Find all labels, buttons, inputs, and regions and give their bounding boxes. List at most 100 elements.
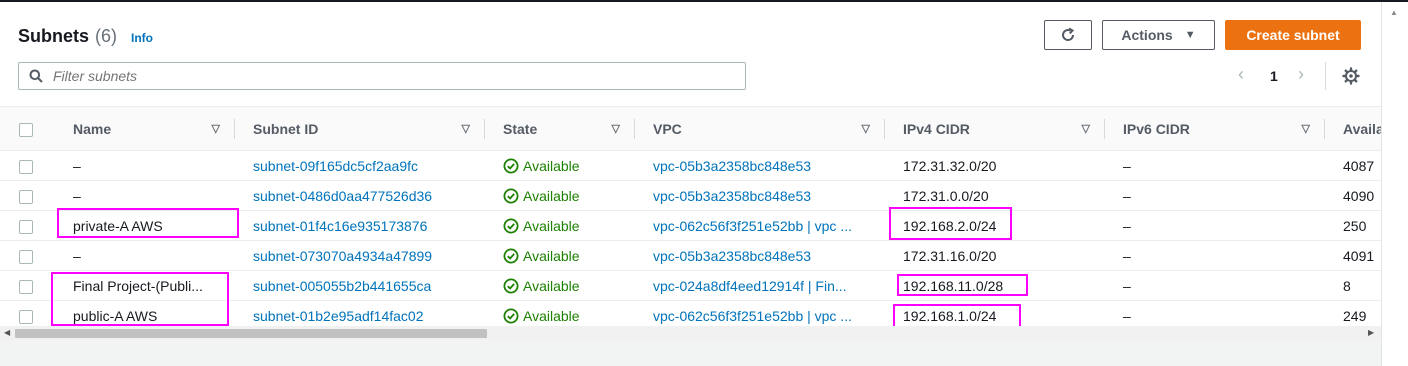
status-badge: Available xyxy=(484,308,634,324)
current-page-number[interactable]: 1 xyxy=(1270,68,1278,84)
status-badge: Available xyxy=(484,218,634,234)
highlight-box xyxy=(889,207,1012,240)
ipv4-cidr: 172.31.16.0/20 xyxy=(903,247,997,264)
actions-dropdown-button[interactable]: Actions ▼ xyxy=(1102,20,1215,50)
row-select-cell xyxy=(0,270,54,301)
row-checkbox[interactable] xyxy=(19,189,33,204)
filter-bar[interactable] xyxy=(18,62,746,90)
previous-page-button[interactable]: ‹ xyxy=(1238,64,1244,85)
create-subnet-button[interactable]: Create subnet xyxy=(1225,20,1361,50)
sort-icon[interactable]: ▽ xyxy=(612,122,620,135)
available-ips: 4087 xyxy=(1343,157,1375,174)
column-label: State xyxy=(503,120,538,137)
subnet-name: – xyxy=(73,157,81,174)
vpc-link[interactable]: vpc-062c56f3f251e52bb | vpc ... xyxy=(634,308,884,324)
subnet-id-link[interactable]: subnet-09f165dc5cf2aa9fc xyxy=(234,158,484,174)
table-row[interactable]: – subnet-073070a4934a47899 Available vpc-05… xyxy=(0,240,1381,271)
panel-header: Subnets (6) Info xyxy=(18,22,153,50)
column-label: Subnet ID xyxy=(253,120,319,137)
sort-icon[interactable]: ▽ xyxy=(1082,122,1090,135)
state-text: Available xyxy=(523,277,580,294)
row-checkbox[interactable] xyxy=(19,219,33,234)
state-text: Available xyxy=(523,187,580,204)
ipv4-cidr: 172.31.32.0/20 xyxy=(903,157,997,174)
status-badge: Available xyxy=(484,248,634,264)
next-page-button[interactable]: › xyxy=(1298,64,1304,85)
column-label: VPC xyxy=(653,120,682,137)
subnet-id-link[interactable]: subnet-073070a4934a47899 xyxy=(234,248,484,264)
row-select-cell xyxy=(0,150,54,181)
ipv6-cidr: – xyxy=(1123,217,1131,234)
available-ips: 4091 xyxy=(1343,247,1375,264)
available-ips: 249 xyxy=(1343,307,1367,324)
horizontal-scrollbar[interactable]: ◀ ▶ xyxy=(0,326,1381,340)
row-checkbox[interactable] xyxy=(19,309,33,324)
column-header-state[interactable]: State ▽ xyxy=(484,106,634,151)
actions-label: Actions xyxy=(1121,27,1173,43)
info-link[interactable]: Info xyxy=(131,31,153,45)
subnet-name: – xyxy=(73,247,81,264)
available-ips: 4090 xyxy=(1343,187,1375,204)
ipv6-cidr: – xyxy=(1123,157,1131,174)
column-header-subnet-id[interactable]: Subnet ID ▽ xyxy=(234,106,484,151)
column-header-ipv6-cidr[interactable]: IPv6 CIDR ▽ xyxy=(1104,106,1324,151)
scroll-right-icon[interactable]: ▶ xyxy=(1368,328,1374,337)
column-label: Availa xyxy=(1343,120,1381,137)
sort-icon[interactable]: ▽ xyxy=(462,122,470,135)
scroll-up-icon[interactable]: ▲ xyxy=(1390,8,1398,17)
scroll-left-icon[interactable]: ◀ xyxy=(4,328,10,337)
table-row[interactable]: – subnet-0486d0aa477526d36 Available vpc-05… xyxy=(0,180,1381,211)
check-circle-icon xyxy=(503,158,519,173)
column-header-name[interactable]: Name ▽ xyxy=(54,106,234,151)
subnet-id-link[interactable]: subnet-01f4c16e935173876 xyxy=(234,218,484,234)
subnet-id-link[interactable]: subnet-0486d0aa477526d36 xyxy=(234,188,484,204)
scrollbar-thumb[interactable] xyxy=(15,329,487,338)
column-label: Name xyxy=(73,120,112,137)
status-badge: Available xyxy=(484,158,634,174)
available-ips: 250 xyxy=(1343,217,1367,234)
row-select-cell xyxy=(0,210,54,241)
select-all-checkbox[interactable] xyxy=(19,122,33,137)
vpc-link[interactable]: vpc-05b3a2358bc848e53 xyxy=(634,188,884,204)
subnets-panel: Subnets (6) Info Actions ▼ Create subnet… xyxy=(0,2,1381,340)
search-icon xyxy=(29,69,43,83)
pagination-divider xyxy=(1325,62,1326,90)
ipv6-cidr: – xyxy=(1123,307,1131,324)
ipv6-cidr: – xyxy=(1123,277,1131,294)
column-label: IPv4 CIDR xyxy=(903,120,970,137)
refresh-button[interactable] xyxy=(1044,20,1092,50)
sort-icon[interactable]: ▽ xyxy=(212,122,220,135)
check-circle-icon xyxy=(503,278,519,293)
subnet-count: (6) xyxy=(95,25,118,46)
column-header-ipv4-cidr[interactable]: IPv4 CIDR ▽ xyxy=(884,106,1104,151)
sort-icon[interactable]: ▽ xyxy=(1302,122,1310,135)
state-text: Available xyxy=(523,307,580,324)
row-checkbox[interactable] xyxy=(19,249,33,264)
filter-subnets-input[interactable] xyxy=(51,67,705,85)
vertical-scrollbar[interactable]: ▲ xyxy=(1381,2,1408,366)
row-select-cell xyxy=(0,180,54,211)
state-text: Available xyxy=(523,247,580,264)
vpc-link[interactable]: vpc-05b3a2358bc848e53 xyxy=(634,158,884,174)
row-checkbox[interactable] xyxy=(19,279,33,294)
settings-gear-icon[interactable] xyxy=(1342,67,1360,85)
row-select-cell xyxy=(0,240,54,271)
column-header-available-ips[interactable]: Availa xyxy=(1324,106,1381,151)
vpc-link[interactable]: vpc-05b3a2358bc848e53 xyxy=(634,248,884,264)
table-row[interactable]: – subnet-09f165dc5cf2aa9fc Available vpc-05… xyxy=(0,150,1381,181)
subnet-id-link[interactable]: subnet-005055b2b441655ca xyxy=(234,278,484,294)
column-header-vpc[interactable]: VPC ▽ xyxy=(634,106,884,151)
highlight-box xyxy=(57,208,239,238)
caret-down-icon: ▼ xyxy=(1184,29,1196,41)
row-checkbox[interactable] xyxy=(19,159,33,174)
sort-icon[interactable]: ▽ xyxy=(862,122,870,135)
vpc-link[interactable]: vpc-024a8df4eed12914f | Fin... xyxy=(634,278,884,294)
table-header-row: Name ▽ Subnet ID ▽ State ▽ VPC ▽ IPv4 CIDR ▽ … xyxy=(0,106,1381,151)
highlight-box xyxy=(897,274,1028,296)
state-text: Available xyxy=(523,157,580,174)
vpc-link[interactable]: vpc-062c56f3f251e52bb | vpc ... xyxy=(634,218,884,234)
available-ips: 8 xyxy=(1343,277,1351,294)
ipv6-cidr: – xyxy=(1123,187,1131,204)
status-badge: Available xyxy=(484,188,634,204)
subnet-id-link[interactable]: subnet-01b2e95adf14fac02 xyxy=(234,308,484,324)
